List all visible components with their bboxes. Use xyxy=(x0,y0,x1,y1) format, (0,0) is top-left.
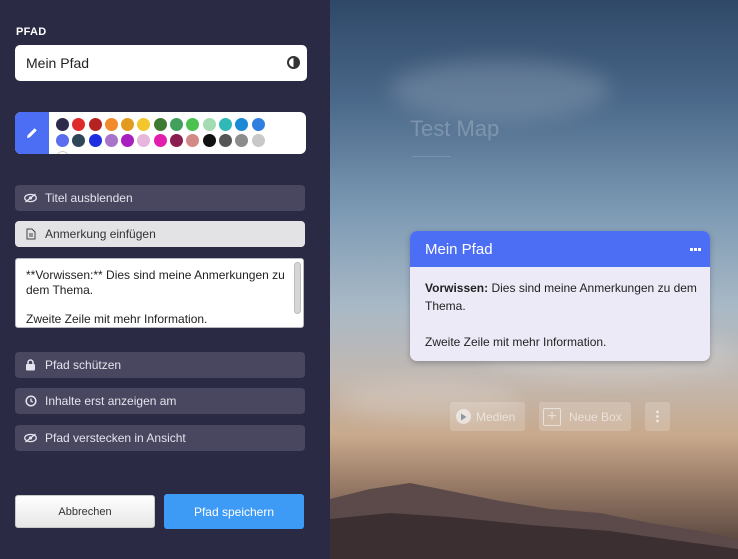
new-box-button[interactable]: + Neue Box xyxy=(539,402,631,431)
note-textarea[interactable]: **Vorwissen:** Dies sind meine Anmerkung… xyxy=(15,258,304,328)
sidebar: PFAD Titel ausblenden Anmerkung einfügen… xyxy=(0,0,330,559)
more-vertical-icon xyxy=(656,410,659,423)
protect-path-label: Pfad schützen xyxy=(45,358,122,372)
color-swatch[interactable] xyxy=(88,134,102,148)
color-swatch[interactable] xyxy=(202,134,216,148)
show-later-toggle[interactable]: Inhalte erst anzeigen am xyxy=(15,388,305,414)
color-swatch[interactable] xyxy=(72,134,86,148)
color-swatch[interactable] xyxy=(170,118,184,131)
eye-slash-icon xyxy=(24,192,37,205)
card-body: Vorwissen: Dies sind meine Anmerkungen z… xyxy=(410,267,710,351)
hide-title-toggle[interactable]: Titel ausblenden xyxy=(15,185,305,211)
add-note-toggle[interactable]: Anmerkung einfügen xyxy=(15,221,305,247)
card-header: Mein Pfad xyxy=(410,231,710,267)
hide-in-view-toggle[interactable]: Pfad verstecken in Ansicht xyxy=(15,425,305,451)
color-swatch[interactable] xyxy=(153,134,167,148)
document-icon xyxy=(24,228,37,241)
add-note-label: Anmerkung einfügen xyxy=(45,227,156,241)
color-swatch[interactable] xyxy=(137,118,151,131)
color-swatch[interactable] xyxy=(104,118,118,131)
color-swatch[interactable] xyxy=(251,134,265,148)
clock-icon xyxy=(24,395,37,408)
map-subtitle: ───── xyxy=(412,151,451,163)
section-label: PFAD xyxy=(16,26,47,38)
eye-slash-icon xyxy=(24,432,37,445)
lock-icon xyxy=(24,359,37,372)
media-label: Medien xyxy=(476,409,516,424)
color-swatch[interactable] xyxy=(72,118,86,131)
card-title: Mein Pfad xyxy=(425,240,493,258)
color-swatch[interactable] xyxy=(170,134,184,148)
color-swatch[interactable] xyxy=(235,134,249,148)
show-later-label: Inhalte erst anzeigen am xyxy=(45,394,177,408)
map-title: Test Map xyxy=(410,116,500,141)
pencil-icon xyxy=(27,128,37,138)
color-swatch[interactable] xyxy=(56,134,69,148)
color-swatch[interactable] xyxy=(218,118,232,131)
protect-path-toggle[interactable]: Pfad schützen xyxy=(15,352,305,378)
note-scrollbar[interactable] xyxy=(292,260,302,326)
path-card[interactable]: Mein Pfad Vorwissen: Dies sind meine Anm… xyxy=(410,231,710,361)
more-options-button[interactable] xyxy=(645,402,670,431)
path-name-input[interactable] xyxy=(15,45,307,81)
play-icon xyxy=(456,409,471,424)
color-swatch[interactable] xyxy=(235,118,249,131)
color-swatch[interactable] xyxy=(104,134,118,148)
color-swatch[interactable] xyxy=(186,134,200,148)
color-swatch[interactable] xyxy=(186,118,200,131)
color-swatch[interactable] xyxy=(56,150,69,154)
color-palette xyxy=(15,112,306,154)
color-swatch[interactable] xyxy=(202,118,216,131)
mountains-silhouette xyxy=(330,483,738,559)
new-box-label: Neue Box xyxy=(569,409,622,424)
hide-in-view-label: Pfad verstecken in Ansicht xyxy=(45,431,186,445)
color-swatch[interactable] xyxy=(251,118,265,131)
card-note-line-1: Vorwissen: Dies sind meine Anmerkungen z… xyxy=(425,279,697,315)
color-swatch[interactable] xyxy=(137,134,151,148)
color-swatch[interactable] xyxy=(56,118,69,131)
plus-icon: + xyxy=(543,407,561,426)
media-button[interactable]: Medien xyxy=(450,402,525,431)
color-swatch[interactable] xyxy=(121,134,135,148)
card-note-line-2: Zweite Zeile mit mehr Information. xyxy=(425,335,607,349)
pen-button[interactable] xyxy=(15,112,49,154)
color-swatch-grid xyxy=(56,118,265,154)
contrast-icon[interactable] xyxy=(287,56,300,69)
card-menu-icon[interactable] xyxy=(690,248,701,251)
cancel-button[interactable]: Abbrechen xyxy=(15,495,155,528)
color-swatch[interactable] xyxy=(153,118,167,131)
color-swatch[interactable] xyxy=(218,134,232,148)
save-path-button[interactable]: Pfad speichern xyxy=(164,494,304,529)
color-swatch[interactable] xyxy=(121,118,135,131)
hide-title-label: Titel ausblenden xyxy=(45,191,133,205)
color-swatch[interactable] xyxy=(88,118,102,131)
card-note-bold: Vorwissen: xyxy=(425,281,489,295)
